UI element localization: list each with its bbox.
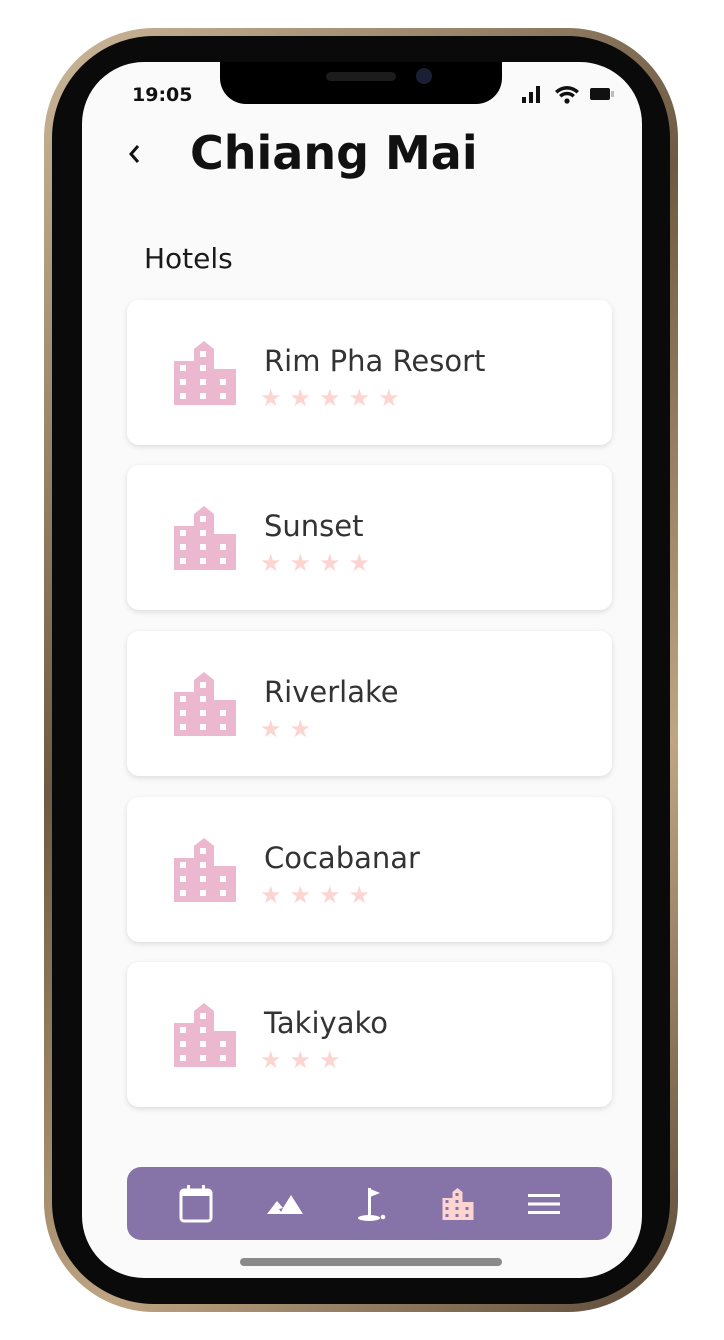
signal-icon [522,86,540,103]
hotel-building-icon [174,672,236,740]
wifi-icon [555,86,579,104]
hotel-card[interactable]: Sunset ★★★★ [127,465,612,610]
hotel-name: Takiyako [264,1006,388,1040]
bottom-nav [127,1167,612,1240]
hotel-building-icon [174,341,236,409]
nav-hotels[interactable] [442,1187,474,1220]
mountain-icon [266,1194,303,1214]
hotel-building-icon [174,506,236,574]
nav-calendar[interactable] [179,1184,213,1223]
nav-golf[interactable] [356,1186,388,1222]
star-rating: ★★★★ [260,881,379,909]
golf-icon [358,1187,386,1221]
nav-mountains[interactable] [266,1193,303,1215]
hotel-building-icon [174,838,236,906]
status-time: 19:05 [132,84,193,106]
home-indicator[interactable] [240,1258,502,1266]
hotel-card[interactable]: Rim Pha Resort ★★★★★ [127,300,612,445]
menu-icon [528,1193,561,1214]
chevron-left-icon [129,145,140,163]
calendar-icon [179,1184,213,1222]
screen: 19:05 Chiang Mai Hotels Rim Pha Resort ★★… [82,62,642,1278]
page-title: Chiang Mai [190,126,478,180]
star-rating: ★★★ [260,1046,349,1074]
battery-icon [590,88,614,100]
back-button[interactable] [126,138,142,173]
hotel-card[interactable]: Cocabanar ★★★★ [127,797,612,942]
nav-menu[interactable] [528,1193,561,1215]
hotel-card[interactable]: Takiyako ★★★ [127,962,612,1107]
star-rating: ★★★★ [260,549,379,577]
star-rating: ★★ [260,715,320,743]
hotel-name: Sunset [264,509,364,543]
hotel-building-icon [174,1003,236,1071]
star-rating: ★★★★★ [260,384,408,412]
hotel-name: Riverlake [264,675,399,709]
hotel-card[interactable]: Riverlake ★★ [127,631,612,776]
hotel-name: Rim Pha Resort [264,344,486,378]
notch [220,62,502,104]
hotel-icon [442,1187,474,1220]
hotel-name: Cocabanar [264,841,420,875]
status-icons [522,84,616,104]
section-title: Hotels [144,242,233,275]
